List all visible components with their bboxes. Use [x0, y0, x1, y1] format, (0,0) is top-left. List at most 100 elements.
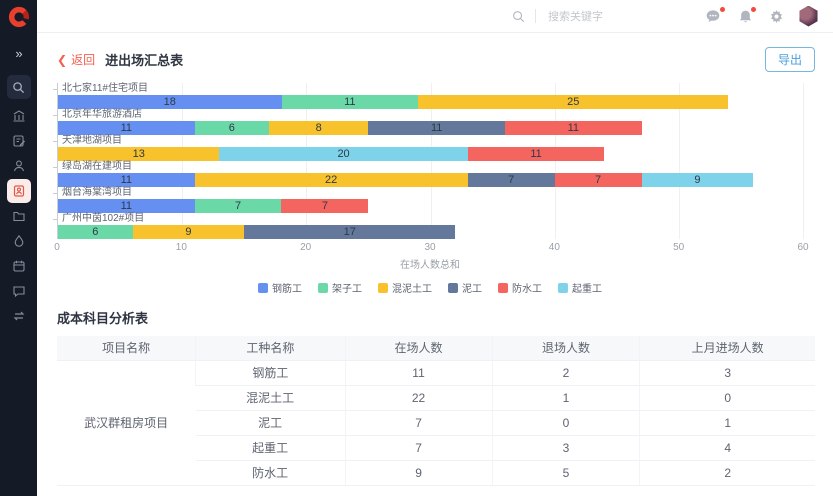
table-cell: 0	[640, 385, 815, 410]
bar-segment[interactable]: 6	[195, 121, 270, 135]
avatar[interactable]	[798, 6, 819, 27]
export-button[interactable]: 导出	[765, 47, 815, 72]
bar-segment[interactable]: 11	[282, 95, 419, 109]
bar-segment[interactable]: 7	[555, 173, 642, 187]
legend-label: 架子工	[332, 280, 362, 295]
topbar: 搜索关键字	[37, 0, 833, 33]
settings-button[interactable]	[769, 9, 784, 24]
app-logo-icon[interactable]	[8, 6, 30, 28]
x-axis-tick-label: 30	[424, 242, 435, 253]
chart-row-label: 绿岛湖在建项目	[58, 161, 803, 173]
table-cell: 1	[492, 385, 640, 410]
legend-swatch	[558, 283, 568, 293]
bar-segment[interactable]: 20	[219, 147, 467, 161]
x-axis-tick-label: 10	[176, 242, 187, 253]
transfer-icon	[12, 309, 26, 323]
stacked-bar: 1122779	[58, 173, 803, 187]
document-edit-icon	[12, 134, 26, 148]
x-axis-tick-label: 20	[300, 242, 311, 253]
sidebar-item-company[interactable]	[7, 104, 31, 128]
sidebar-item-transfer[interactable]	[7, 304, 31, 328]
legend-item[interactable]: 架子工	[318, 280, 362, 295]
legend-label: 混泥土工	[392, 280, 432, 295]
legend-label: 起重工	[572, 280, 602, 295]
table-header-row: 项目名称工种名称在场人数退场人数上月进场人数	[57, 336, 815, 360]
building-icon	[12, 109, 26, 123]
sidebar-item-attendance[interactable]	[7, 179, 31, 203]
bar-segment[interactable]: 9	[133, 225, 245, 239]
sidebar-item-search[interactable]	[7, 75, 31, 99]
table-cell: 0	[492, 410, 640, 435]
bar-segment[interactable]: 9	[642, 173, 754, 187]
notifications-button[interactable]	[738, 9, 753, 24]
bar-segment[interactable]: 11	[505, 121, 642, 135]
bar-segment[interactable]: 11	[58, 173, 195, 187]
stacked-bar: 1177	[58, 199, 803, 213]
cost-subject-table: 项目名称工种名称在场人数退场人数上月进场人数武汉群租房项目钢筋工1123混泥土工…	[57, 336, 815, 486]
chart-row: 广州中茵102#项目6917	[58, 213, 803, 239]
entry-exit-summary-chart: 北七家11#住宅项目181125北京年华旅游酒店11681111天津地湖项目13…	[57, 83, 815, 295]
legend-item[interactable]: 混泥土工	[378, 280, 432, 295]
bar-segment[interactable]: 7	[468, 173, 555, 187]
message-button[interactable]	[705, 9, 722, 24]
bar-segment[interactable]: 7	[195, 199, 282, 213]
page-title: 进出场汇总表	[105, 50, 183, 69]
chart-x-axis: 0102030405060	[57, 242, 803, 256]
x-axis-tick-label: 60	[797, 242, 808, 253]
page-content: ❮ 返回 进出场汇总表 导出 北七家11#住宅项目181125北京年华旅游酒店1…	[37, 47, 833, 486]
bar-segment[interactable]: 8	[269, 121, 368, 135]
table-header-cell: 项目名称	[57, 336, 196, 360]
bar-segment[interactable]: 11	[58, 121, 195, 135]
sidebar-item-messages[interactable]	[7, 279, 31, 303]
search-icon	[12, 81, 25, 94]
bar-segment[interactable]: 6	[58, 225, 133, 239]
bar-segment[interactable]: 11	[58, 199, 195, 213]
sidebar-item-projects[interactable]	[7, 204, 31, 228]
table-cell: 4	[640, 435, 815, 460]
bar-segment[interactable]: 25	[418, 95, 728, 109]
sidebar-item-schedule[interactable]	[7, 254, 31, 278]
chart-row-label: 广州中茵102#项目	[58, 213, 803, 225]
legend-item[interactable]: 钢筋工	[258, 280, 302, 295]
back-chevron-icon[interactable]: ❮	[57, 53, 67, 67]
sidebar-item-personnel[interactable]	[7, 154, 31, 178]
page-header: ❮ 返回 进出场汇总表 导出	[57, 47, 815, 72]
stacked-bar: 181125	[58, 95, 803, 109]
table-cell: 混泥土工	[196, 385, 345, 410]
search-placeholder[interactable]: 搜索关键字	[548, 8, 603, 24]
legend-item[interactable]: 泥工	[448, 280, 482, 295]
sidebar-expand-icon[interactable]: »	[15, 46, 21, 61]
table-cell: 2	[640, 460, 815, 485]
global-search[interactable]: 搜索关键字	[512, 8, 603, 24]
legend-swatch	[498, 283, 508, 293]
legend-item[interactable]: 防水工	[498, 280, 542, 295]
bar-segment[interactable]: 7	[281, 199, 368, 213]
table-header-cell: 在场人数	[345, 336, 492, 360]
table-header-cell: 退场人数	[492, 336, 640, 360]
chart-row: 天津地湖项目132011	[58, 135, 803, 161]
gear-icon	[769, 9, 784, 24]
notifications-badge	[751, 7, 756, 12]
x-axis-tick-label: 50	[673, 242, 684, 253]
search-icon	[512, 10, 525, 23]
legend-swatch	[378, 283, 388, 293]
bar-segment[interactable]: 17	[244, 225, 455, 239]
bar-segment[interactable]: 11	[368, 121, 505, 135]
bar-segment[interactable]: 11	[468, 147, 605, 161]
chart-axis-title: 在场人数总和	[57, 256, 803, 271]
table-cell: 9	[345, 460, 492, 485]
back-link[interactable]: 返回	[71, 51, 95, 68]
chart-row: 北七家11#住宅项目181125	[58, 83, 803, 109]
sidebar-item-reports[interactable]	[7, 129, 31, 153]
table-cell: 防水工	[196, 460, 345, 485]
bar-segment[interactable]: 18	[58, 95, 282, 109]
table-cell: 钢筋工	[196, 360, 345, 385]
legend-item[interactable]: 起重工	[558, 280, 602, 295]
legend-label: 泥工	[462, 280, 482, 295]
bar-segment[interactable]: 22	[195, 173, 468, 187]
sidebar-item-materials[interactable]	[7, 229, 31, 253]
x-axis-tick-label: 0	[54, 242, 60, 253]
bar-segment[interactable]: 13	[58, 147, 219, 161]
chart-row-label: 北七家11#住宅项目	[58, 83, 803, 95]
table-cell: 2	[492, 360, 640, 385]
